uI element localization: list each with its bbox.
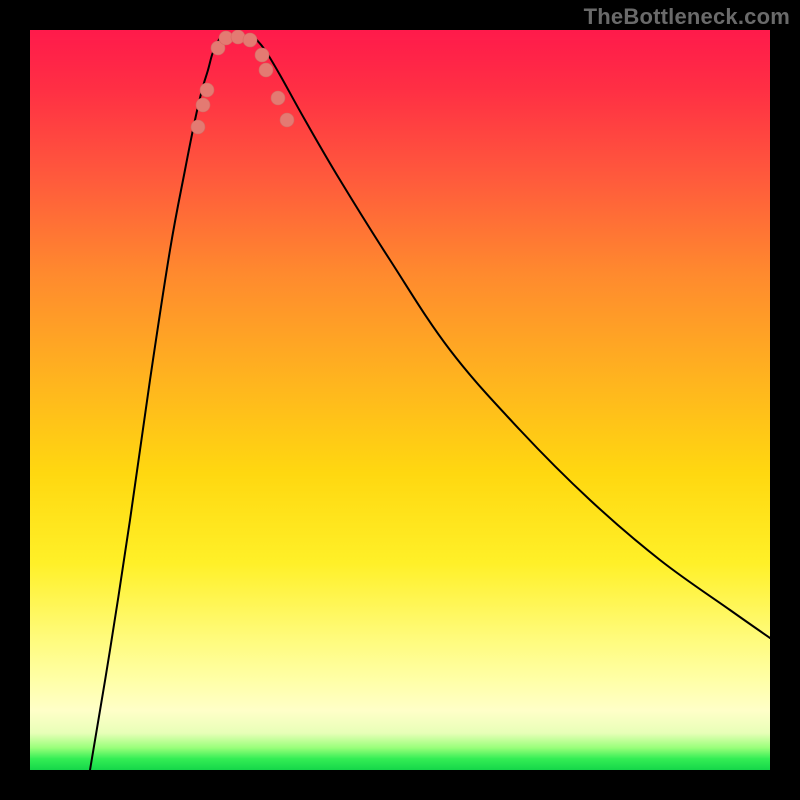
plot-area — [30, 30, 770, 770]
data-marker — [280, 113, 294, 127]
data-marker — [231, 30, 245, 44]
curve-right-branch — [255, 38, 770, 638]
data-marker — [259, 63, 273, 77]
data-marker — [200, 83, 214, 97]
curve-left-branch — [90, 38, 220, 770]
watermark-text: TheBottleneck.com — [584, 4, 790, 30]
data-marker — [191, 120, 205, 134]
data-marker — [255, 48, 269, 62]
chart-stage: TheBottleneck.com — [0, 0, 800, 800]
data-marker — [196, 98, 210, 112]
data-marker — [271, 91, 285, 105]
data-marker — [243, 33, 257, 47]
curve-layer — [30, 30, 770, 770]
data-markers — [191, 30, 294, 134]
